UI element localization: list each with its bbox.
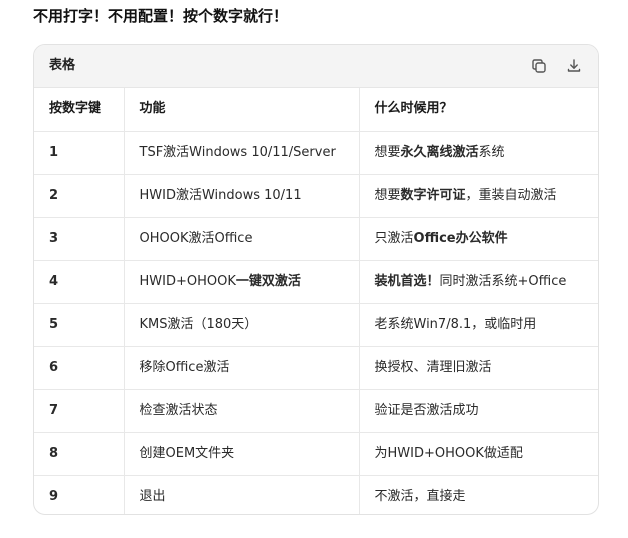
table-row: 5 KMS激活（180天） 老系统Win7/8.1，或临时用: [34, 303, 598, 347]
row-when-cell: 不激活，直接走: [359, 475, 598, 514]
table-card: 表格 按数字键 功能 什么时候用？ 1 TSF激活Windows 10/11/S…: [33, 44, 599, 515]
row-function-cell: TSF激活Windows 10/11/Server: [124, 131, 360, 175]
when-text-segment: 不激活，直接走: [374, 488, 466, 504]
table-row: 7 检查激活状态 验证是否激活成功: [34, 389, 598, 433]
function-text-segment: KMS激活（180天）: [139, 316, 258, 332]
table-row: 1 TSF激活Windows 10/11/Server 想要永久离线激活系统: [34, 131, 598, 175]
download-button[interactable]: [563, 55, 585, 77]
row-key-cell: 3: [34, 217, 125, 261]
when-text-segment: ，重装自动激活: [465, 187, 557, 203]
when-text-segment: 数字许可证: [400, 187, 466, 203]
row-when-cell: 验证是否激活成功: [359, 389, 598, 433]
function-text-segment: 退出: [139, 488, 166, 504]
row-when-cell: 想要数字许可证，重装自动激活: [359, 174, 598, 218]
row-when-cell: 换授权、清理旧激活: [359, 346, 598, 390]
table-row: 6 移除Office激活 换授权、清理旧激活: [34, 346, 598, 390]
row-function-cell: KMS激活（180天）: [124, 303, 360, 347]
function-text-segment: 一键双激活: [235, 273, 301, 289]
row-function-cell: HWID激活Windows 10/11: [124, 174, 360, 218]
when-text-segment: 装机首选！: [374, 273, 440, 289]
copy-button[interactable]: [528, 55, 550, 77]
page-headline: 不用打字！不用配置！按个数字就行！: [33, 7, 289, 25]
activation-options-table: 按数字键 功能 什么时候用？ 1 TSF激活Windows 10/11/Serve…: [34, 88, 598, 514]
header-key: 按数字键: [34, 88, 125, 132]
when-text-segment: Office办公软件: [413, 230, 508, 246]
row-key-cell: 6: [34, 346, 125, 390]
table-card-title: 表格: [49, 58, 76, 73]
when-text-segment: 为HWID+OHOOK做适配: [374, 445, 523, 461]
row-when-cell: 为HWID+OHOOK做适配: [359, 432, 598, 476]
when-text-segment: 系统: [478, 144, 505, 160]
row-when-cell: 装机首选！同时激活系统+Office: [359, 260, 598, 304]
row-key-cell: 8: [34, 432, 125, 476]
when-text-segment: 只激活: [374, 230, 414, 246]
row-function-cell: OHOOK激活Office: [124, 217, 360, 261]
copy-icon: [531, 58, 547, 74]
download-icon: [566, 58, 582, 74]
when-text-segment: 换授权、清理旧激活: [374, 359, 492, 375]
table-row: 2 HWID激活Windows 10/11 想要数字许可证，重装自动激活: [34, 174, 598, 218]
table-card-header: 表格: [34, 45, 598, 88]
function-text-segment: 移除Office激活: [139, 359, 230, 375]
row-key-cell: 1: [34, 131, 125, 175]
when-text-segment: 想要: [374, 187, 401, 203]
function-text-segment: 检查激活状态: [139, 402, 218, 418]
row-function-cell: 检查激活状态: [124, 389, 360, 433]
when-text-segment: 想要: [374, 144, 401, 160]
row-key-cell: 9: [34, 475, 125, 514]
when-text-segment: 同时激活系统+Office: [439, 273, 567, 289]
row-function-cell: HWID+OHOOK一键双激活: [124, 260, 360, 304]
row-function-cell: 移除Office激活: [124, 346, 360, 390]
table-row: 8 创建OEM文件夹 为HWID+OHOOK做适配: [34, 432, 598, 476]
when-text-segment: 老系统Win7/8.1，或临时用: [374, 316, 537, 332]
row-key-cell: 5: [34, 303, 125, 347]
header-function: 功能: [124, 88, 360, 132]
row-key-cell: 4: [34, 260, 125, 304]
table-row: 3 OHOOK激活Office 只激活Office办公软件: [34, 217, 598, 261]
function-text-segment: TSF激活Windows 10/11/Server: [139, 144, 336, 160]
row-function-cell: 退出: [124, 475, 360, 514]
when-text-segment: 永久离线激活: [400, 144, 479, 160]
function-text-segment: HWID激活Windows 10/11: [139, 187, 302, 203]
row-function-cell: 创建OEM文件夹: [124, 432, 360, 476]
table-row: 4 HWID+OHOOK一键双激活 装机首选！同时激活系统+Office: [34, 260, 598, 304]
function-text-segment: HWID+OHOOK: [139, 273, 236, 289]
header-when: 什么时候用？: [359, 88, 598, 132]
row-key-cell: 7: [34, 389, 125, 433]
row-when-cell: 只激活Office办公软件: [359, 217, 598, 261]
row-when-cell: 老系统Win7/8.1，或临时用: [359, 303, 598, 347]
table-header-row: 按数字键 功能 什么时候用？: [34, 88, 598, 132]
function-text-segment: OHOOK激活Office: [139, 230, 253, 246]
row-key-cell: 2: [34, 174, 125, 218]
table-row: 9 退出 不激活，直接走: [34, 475, 598, 514]
when-text-segment: 验证是否激活成功: [374, 402, 479, 418]
row-when-cell: 想要永久离线激活系统: [359, 131, 598, 175]
function-text-segment: 创建OEM文件夹: [139, 445, 235, 461]
